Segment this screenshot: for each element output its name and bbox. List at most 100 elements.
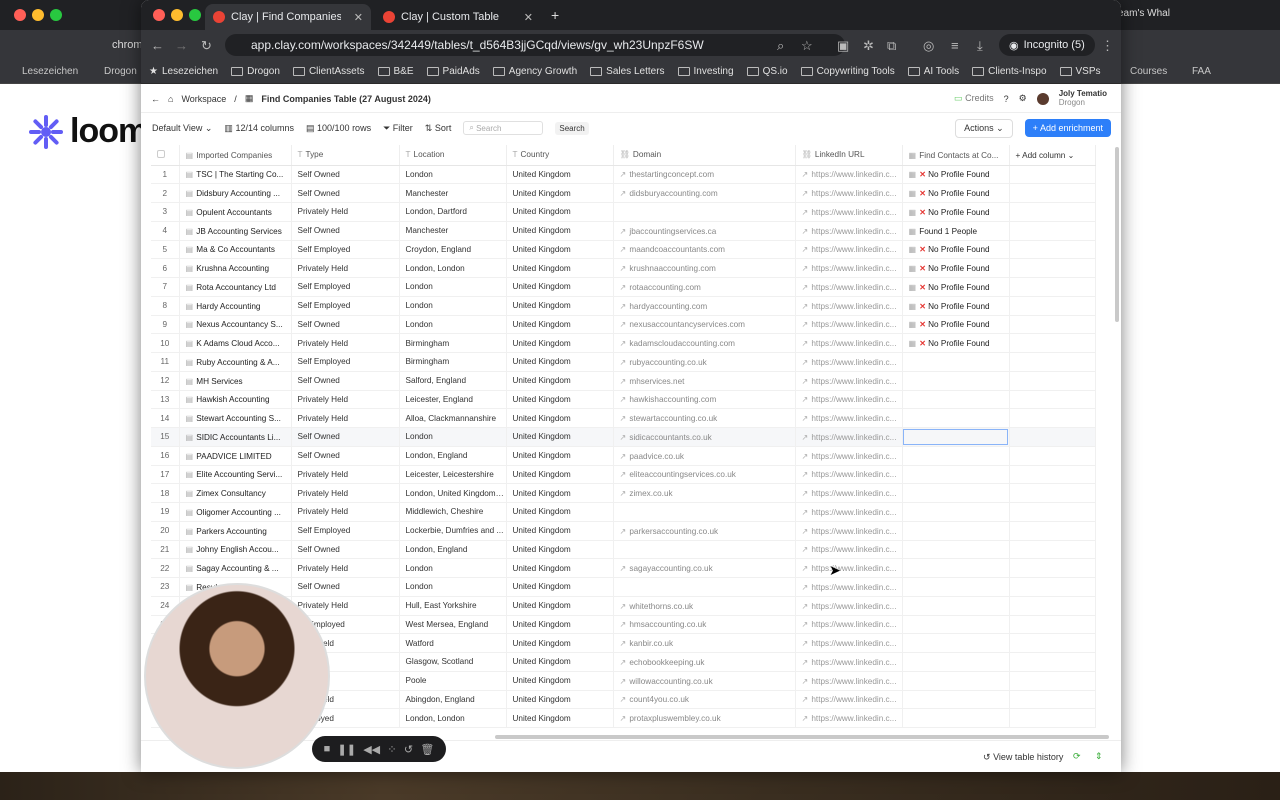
row-number[interactable]: 23 [151,577,180,597]
location-cell[interactable]: London, England [399,540,507,560]
country-cell[interactable]: United Kingdom [506,165,614,185]
filter-button[interactable]: ⏷ Filter [383,123,413,134]
country-cell[interactable]: United Kingdom [506,240,614,260]
bookmark-item[interactable]: Investing [677,66,734,77]
table-row[interactable]: 16 ▤ PAADVICE LIMITED Self Owned London, Eng… [151,446,1096,466]
linkedin-cell[interactable]: ↗ https://www.linkedin.c... [795,390,903,410]
find-contacts-cell[interactable]: ▦ ✕ No Profile Found [902,315,1010,335]
type-cell[interactable]: Self Employed [291,296,400,316]
type-cell[interactable]: Privately Held [291,465,400,485]
new-tab-icon[interactable]: + [551,7,559,23]
minimize-window-icon[interactable] [171,9,183,21]
company-cell[interactable]: ▤ Stewart Accounting S... [179,408,292,428]
search-button[interactable]: Search [555,121,589,135]
linkedin-cell[interactable]: ↗ https://www.linkedin.c... [795,183,903,203]
domain-cell[interactable] [613,502,796,522]
find-contacts-cell[interactable]: ▦ ✕ No Profile Found [902,165,1010,185]
domain-cell[interactable] [613,202,796,222]
table-row[interactable]: 19 ▤ Oligomer Accounting ... Privately Held… [151,502,1096,522]
linkedin-cell[interactable]: ↗ https://www.linkedin.c... [795,277,903,297]
find-contacts-cell[interactable] [902,708,1010,728]
country-cell[interactable]: United Kingdom [506,258,614,278]
find-contacts-cell[interactable]: ▦ ✕ No Profile Found [902,333,1010,353]
domain-cell[interactable]: ↗ protaxpluswembley.co.uk [613,708,796,728]
type-cell[interactable]: Privately Held [291,408,400,428]
view-selector[interactable]: Default View ⌄ [152,123,212,134]
location-cell[interactable]: Salford, England [399,371,507,391]
tab-close-icon[interactable]: ✕ [354,11,363,24]
linkedin-cell[interactable]: ↗ https://www.linkedin.c... [795,521,903,541]
linkedin-cell[interactable]: ↗ https://www.linkedin.c... [795,446,903,466]
table-row[interactable]: 18 ▤ Zimex Consultancy Privately Held London… [151,483,1096,503]
find-contacts-cell[interactable] [902,502,1010,522]
find-contacts-cell[interactable] [902,352,1010,372]
domain-cell[interactable]: ↗ count4you.co.uk [613,690,796,710]
bookmark-item[interactable]: Copywriting Tools [800,66,895,77]
column-header-find-contacts[interactable]: ▦ Find Contacts at Co... [902,145,1010,166]
domain-cell[interactable]: ↗ paadvice.co.uk [613,446,796,466]
linkedin-cell[interactable]: ↗ https://www.linkedin.c... [795,671,903,691]
find-contacts-cell[interactable] [902,427,1010,447]
domain-cell[interactable]: ↗ maandcoaccountants.com [613,240,796,260]
sort-button[interactable]: ⇅ Sort [425,123,452,134]
row-number[interactable]: 9 [151,315,180,335]
select-all-checkbox[interactable] [151,145,180,166]
company-cell[interactable]: ▤ Johny English Accou... [179,540,292,560]
bookmark-item[interactable]: Clients-Inspo [972,66,1047,77]
domain-cell[interactable]: ↗ jbaccountingservices.ca [613,221,796,241]
location-cell[interactable]: London, United Kingdom, ... [399,483,507,503]
restart-icon[interactable]: ↺ [404,743,413,756]
country-cell[interactable]: United Kingdom [506,390,614,410]
linkedin-cell[interactable]: ↗ https://www.linkedin.c... [795,427,903,447]
domain-cell[interactable]: ↗ zimex.co.uk [613,483,796,503]
country-cell[interactable]: United Kingdom [506,615,614,635]
extension-icon[interactable]: ✲ [863,38,874,54]
country-cell[interactable]: United Kingdom [506,446,614,466]
webcam-bubble[interactable] [144,583,330,769]
tab-close-icon[interactable]: ✕ [524,11,533,24]
company-cell[interactable]: ▤ SIDIC Accountants Li... [179,427,292,447]
user-block[interactable]: Joly Tematio Drogon [1059,89,1107,108]
type-cell[interactable]: Privately Held [291,558,400,578]
type-cell[interactable]: Self Owned [291,183,400,203]
linkedin-cell[interactable]: ↗ https://www.linkedin.c... [795,652,903,672]
column-header-domain[interactable]: ⛓ Domain [613,145,796,166]
type-cell[interactable]: Privately Held [291,202,400,222]
location-cell[interactable]: Hull, East Yorkshire [399,596,507,616]
bookmark-item[interactable]: Agency Growth [492,66,577,77]
table-row[interactable]: 12 ▤ MH Services Self Owned Salford, England… [151,371,1096,391]
table-row[interactable]: 9 ▤ Nexus Accountancy S... Self Owned London… [151,315,1096,335]
add-column-button[interactable]: + Add column ⌄ [1009,145,1096,166]
linkedin-cell[interactable]: ↗ https://www.linkedin.c... [795,483,903,503]
column-header-type[interactable]: T Type [291,145,400,166]
type-cell[interactable]: Self Employed [291,240,400,260]
country-cell[interactable]: United Kingdom [506,671,614,691]
settings-icon[interactable]: ⚙ [1019,93,1027,104]
find-contacts-cell[interactable]: ▦ ✕ No Profile Found [902,277,1010,297]
linkedin-cell[interactable]: ↗ https://www.linkedin.c... [795,465,903,485]
country-cell[interactable]: United Kingdom [506,371,614,391]
location-cell[interactable]: Glasgow, Scotland [399,652,507,672]
find-contacts-cell[interactable] [902,558,1010,578]
find-contacts-cell[interactable] [902,465,1010,485]
company-cell[interactable]: ▤ Parkers Accounting [179,521,292,541]
table-row[interactable]: 17 ▤ Elite Accounting Servi... Privately He… [151,465,1096,485]
expand-icon[interactable]: ⇕ [1095,751,1103,762]
table-row[interactable]: 14 ▤ Stewart Accounting S... Privately Held… [151,408,1096,428]
type-cell[interactable]: Self Owned [291,577,400,597]
linkedin-cell[interactable]: ↗ https://www.linkedin.c... [795,708,903,728]
row-number[interactable]: 2 [151,183,180,203]
linkedin-cell[interactable]: ↗ https://www.linkedin.c... [795,202,903,222]
stop-icon[interactable]: ■ [324,743,331,755]
location-cell[interactable]: Watford [399,633,507,653]
bookmark-item[interactable]: Sales Letters [590,66,665,77]
country-cell[interactable]: United Kingdom [506,558,614,578]
background-tab-label[interactable]: eam's Whal [1118,8,1170,19]
tab-clay-custom-table[interactable]: Clay | Custom Table ✕ [375,4,541,30]
maximize-window-icon[interactable] [189,9,201,21]
add-enrichment-button[interactable]: + Add enrichment [1024,119,1111,137]
linkedin-cell[interactable]: ↗ https://www.linkedin.c... [795,615,903,635]
linkedin-cell[interactable]: ↗ https://www.linkedin.c... [795,333,903,353]
vertical-scrollbar[interactable] [1115,147,1119,322]
find-contacts-cell[interactable] [902,633,1010,653]
